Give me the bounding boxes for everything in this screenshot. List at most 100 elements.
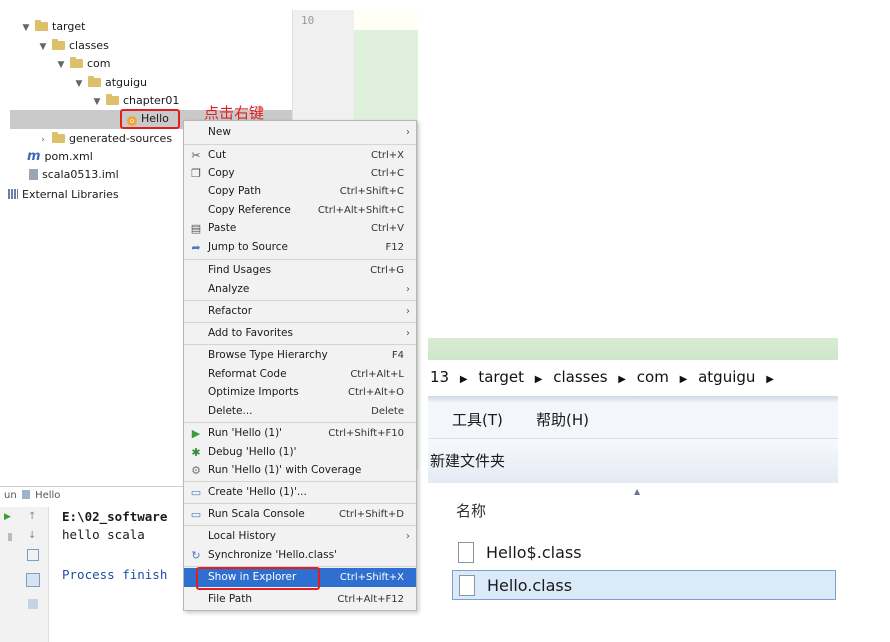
menu-item-copy-path[interactable]: Copy Path Ctrl+Shift+C bbox=[184, 182, 416, 201]
copy-icon: ❐ bbox=[191, 167, 201, 180]
breadcrumb-separator-icon: ▶ bbox=[766, 374, 774, 385]
soft-wrap-icon[interactable] bbox=[27, 549, 39, 561]
menu-item-add-to-favorites[interactable]: Add to Favorites › bbox=[184, 324, 416, 343]
menu-item-optimize-imports[interactable]: Optimize Imports Ctrl+Alt+O bbox=[184, 383, 416, 402]
menu-item-synchronize[interactable]: ↻ Synchronize 'Hello.class' bbox=[184, 546, 416, 565]
chevron-right-icon[interactable]: › bbox=[37, 131, 49, 149]
chevron-down-icon[interactable]: ▼ bbox=[91, 93, 103, 111]
file-list: ▲ 名称 Hello$.class Hello.class bbox=[428, 483, 838, 609]
menu-separator bbox=[184, 144, 416, 145]
new-folder-button[interactable]: 新建文件夹 bbox=[430, 450, 505, 471]
menu-separator bbox=[184, 344, 416, 345]
breadcrumb-2[interactable]: classes bbox=[553, 368, 607, 386]
menu-item-delete[interactable]: Delete... Delete bbox=[184, 402, 416, 421]
folder-icon bbox=[52, 132, 65, 143]
tree-node-iml[interactable]: scala0513.iml bbox=[29, 166, 119, 184]
menu-item-jump-to-source[interactable]: ➦ Jump to Source F12 bbox=[184, 238, 416, 257]
menu-item-cut[interactable]: ✂ Cut Ctrl+X bbox=[184, 146, 416, 165]
library-icon bbox=[8, 189, 18, 199]
menu-item-local-history[interactable]: Local History › bbox=[184, 527, 416, 546]
tree-node-classes[interactable]: ▼ classes bbox=[37, 37, 109, 55]
menu-item-copy[interactable]: ❐ Copy Ctrl+C bbox=[184, 164, 416, 183]
menu-item-find-usages[interactable]: Find Usages Ctrl+G bbox=[184, 261, 416, 280]
menu-item-create-config[interactable]: ▭ Create 'Hello (1)'... bbox=[184, 483, 416, 502]
chevron-down-icon[interactable]: ▼ bbox=[37, 38, 49, 56]
tree-node-atguigu[interactable]: ▼ atguigu bbox=[73, 74, 147, 92]
tree-node-generated[interactable]: › generated-sources bbox=[37, 130, 172, 148]
stop-icon[interactable] bbox=[8, 533, 12, 541]
console-line-3: Process finish bbox=[62, 567, 168, 582]
run-tab[interactable]: un Hello bbox=[4, 490, 60, 501]
down-arrow-icon[interactable]: ↓ bbox=[28, 530, 36, 541]
submenu-arrow-icon: › bbox=[406, 127, 410, 138]
folder-icon bbox=[52, 39, 65, 50]
menu-item-debug[interactable]: ✱ Debug 'Hello (1)' bbox=[184, 443, 416, 462]
file-icon bbox=[459, 575, 475, 596]
tree-node-pom[interactable]: m pom.xml bbox=[27, 148, 93, 166]
menu-item-file-path[interactable]: File Path Ctrl+Alt+F12 bbox=[184, 590, 416, 609]
chevron-down-icon[interactable]: ▼ bbox=[73, 75, 85, 93]
breadcrumb-3[interactable]: com bbox=[637, 368, 669, 386]
explorer-window: 13 ▶ target ▶ classes ▶ com ▶ atguigu ▶ … bbox=[428, 338, 838, 609]
folder-icon bbox=[88, 76, 101, 87]
submenu-arrow-icon: › bbox=[406, 284, 410, 295]
menu-item-analyze[interactable]: Analyze › bbox=[184, 280, 416, 299]
menu-separator bbox=[184, 481, 416, 482]
menu-item-refactor[interactable]: Refactor › bbox=[184, 302, 416, 321]
menu-item-new[interactable]: New › bbox=[184, 123, 416, 142]
menu-item-run[interactable]: ▶ Run 'Hello (1)' Ctrl+Shift+F10 bbox=[184, 424, 416, 443]
scroll-end-icon[interactable] bbox=[26, 573, 40, 587]
coverage-icon: ⚙ bbox=[191, 464, 201, 477]
submenu-arrow-icon: › bbox=[406, 306, 410, 317]
submenu-arrow-icon: › bbox=[406, 328, 410, 339]
chevron-down-icon[interactable]: ▼ bbox=[55, 56, 67, 74]
rerun-icon[interactable]: ▶ bbox=[4, 512, 11, 522]
paste-icon: ▤ bbox=[190, 222, 202, 235]
run-icon: ▶ bbox=[191, 427, 201, 440]
console-line-1: E:\02_software bbox=[62, 509, 168, 524]
breadcrumb-1[interactable]: target bbox=[478, 368, 524, 386]
sort-arrow-icon: ▲ bbox=[634, 487, 641, 496]
explorer-menubar: 工具(T) 帮助(H) bbox=[428, 402, 838, 438]
menu-tools[interactable]: 工具(T) bbox=[452, 402, 503, 438]
file-icon bbox=[21, 490, 30, 499]
breadcrumb-separator-icon: ▶ bbox=[618, 374, 626, 385]
tree-node-external-libraries[interactable]: External Libraries bbox=[8, 186, 119, 204]
maven-icon: m bbox=[27, 149, 41, 164]
breadcrumb-0[interactable]: 13 bbox=[430, 368, 449, 386]
folder-icon bbox=[106, 94, 119, 105]
module-file-icon bbox=[29, 169, 38, 180]
menu-separator bbox=[184, 300, 416, 301]
menu-item-run-scala-console[interactable]: ▭ Run Scala Console Ctrl+Shift+D bbox=[184, 505, 416, 524]
breadcrumb-separator-icon: ▶ bbox=[534, 374, 543, 385]
folder-icon bbox=[35, 20, 48, 31]
chevron-down-icon[interactable]: ▼ bbox=[20, 19, 32, 37]
run-config-icon: ▭ bbox=[190, 486, 202, 499]
menu-item-paste[interactable]: ▤ Paste Ctrl+V bbox=[184, 219, 416, 238]
menu-help[interactable]: 帮助(H) bbox=[536, 402, 589, 438]
menu-separator bbox=[184, 525, 416, 526]
breadcrumb-separator-icon: ▶ bbox=[459, 374, 468, 385]
file-row[interactable]: Hello$.class bbox=[452, 539, 832, 567]
line-number: 10 bbox=[301, 14, 315, 27]
menu-item-reformat-code[interactable]: Reformat Code Ctrl+Alt+L bbox=[184, 365, 416, 384]
address-bar[interactable]: 13 ▶ target ▶ classes ▶ com ▶ atguigu ▶ bbox=[428, 360, 838, 394]
file-row-selected[interactable]: Hello.class bbox=[452, 570, 836, 600]
menu-item-run-with-coverage[interactable]: ⚙ Run 'Hello (1)' with Coverage bbox=[184, 461, 416, 480]
menu-item-copy-reference[interactable]: Copy Reference Ctrl+Alt+Shift+C bbox=[184, 201, 416, 220]
debug-icon: ✱ bbox=[191, 446, 201, 459]
run-panel: un Hello ▶ ↑ ↓ E:\02_software hello scal… bbox=[0, 486, 190, 642]
print-icon[interactable] bbox=[28, 599, 38, 609]
tree-node-target[interactable]: ▼ target bbox=[20, 18, 85, 36]
console-icon: ▭ bbox=[190, 508, 202, 521]
menu-item-browse-type-hierarchy[interactable]: Browse Type Hierarchy F4 bbox=[184, 346, 416, 365]
up-arrow-icon[interactable]: ↑ bbox=[28, 511, 36, 522]
scissors-icon: ✂ bbox=[191, 149, 201, 162]
explorer-top-strip bbox=[428, 338, 838, 360]
column-header-name[interactable]: 名称 bbox=[456, 500, 486, 521]
tree-node-com[interactable]: ▼ com bbox=[55, 55, 111, 73]
tree-node-chapter[interactable]: ▼ chapter01 bbox=[91, 92, 179, 110]
show-in-explorer-highlight-box bbox=[196, 567, 320, 590]
breadcrumb-4[interactable]: atguigu bbox=[698, 368, 755, 386]
jump-to-source-icon: ➦ bbox=[191, 241, 201, 254]
